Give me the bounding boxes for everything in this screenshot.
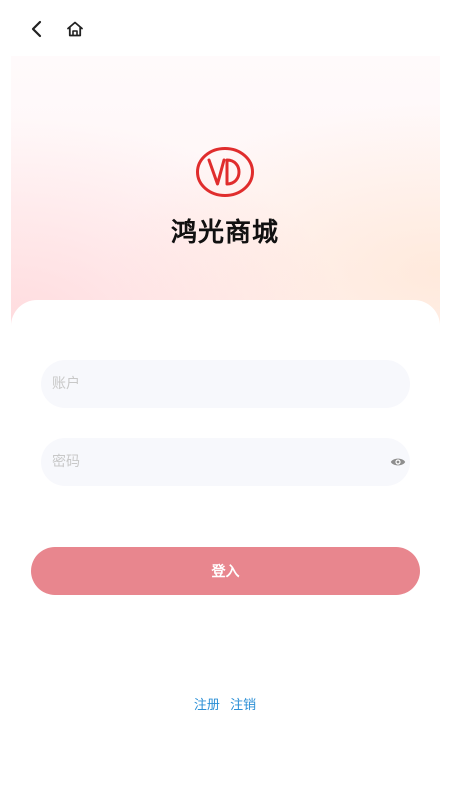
app-logo xyxy=(196,147,254,197)
home-button[interactable] xyxy=(62,16,88,42)
login-page: 鸿光商城 登入 注册 注销 xyxy=(0,0,450,800)
password-field xyxy=(41,438,410,486)
password-visibility-toggle[interactable] xyxy=(390,454,406,470)
password-input[interactable] xyxy=(52,438,382,486)
chevron-left-icon xyxy=(31,20,42,38)
account-input[interactable] xyxy=(52,360,382,408)
home-icon xyxy=(67,21,83,37)
back-button[interactable] xyxy=(24,16,50,42)
deregister-link[interactable]: 注销 xyxy=(230,698,256,713)
footer-links: 注册 注销 xyxy=(0,694,450,713)
register-link[interactable]: 注册 xyxy=(194,698,220,713)
login-button[interactable]: 登入 xyxy=(31,547,420,595)
account-field xyxy=(41,360,410,408)
top-bar xyxy=(0,0,450,56)
app-title: 鸿光商城 xyxy=(170,218,279,248)
eye-icon xyxy=(390,458,406,466)
